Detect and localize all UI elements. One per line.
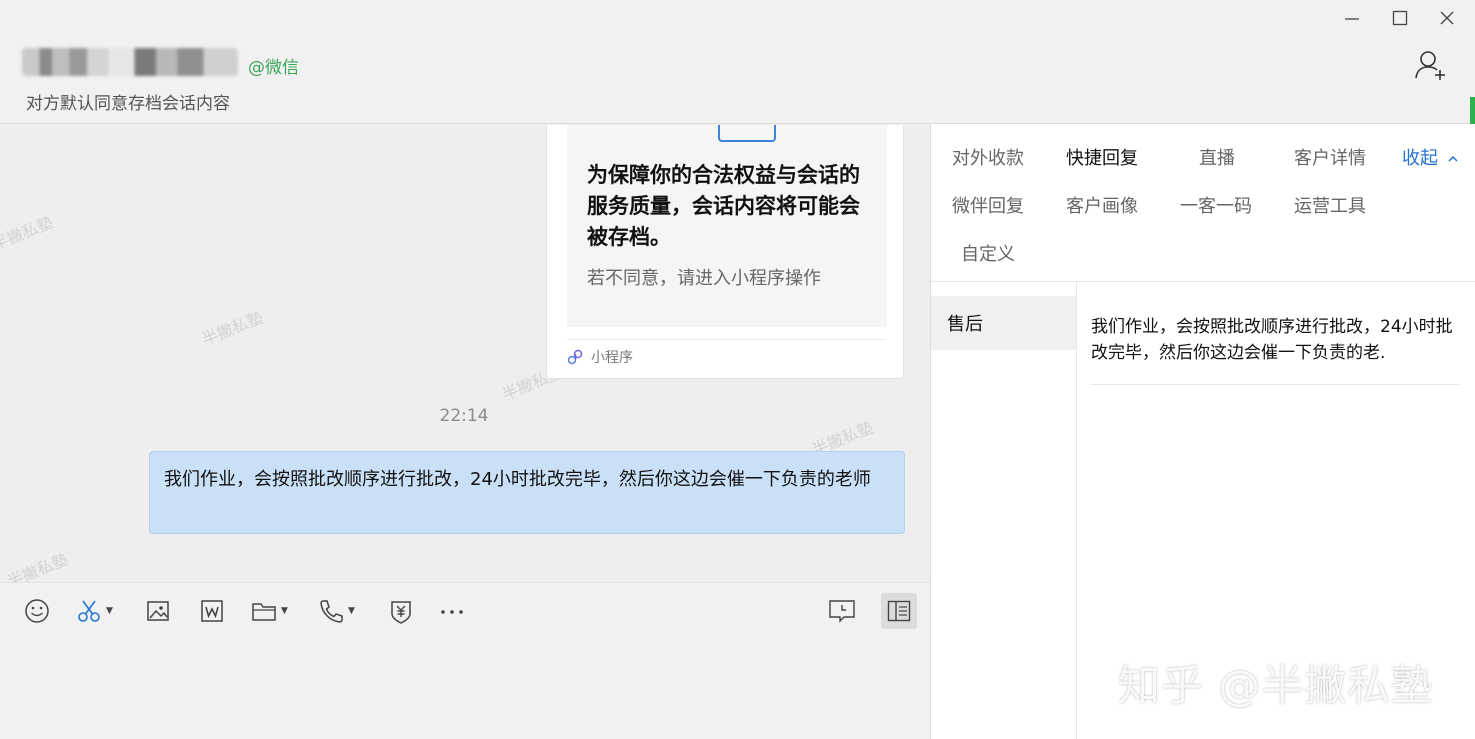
watermark-text: 半撇私塾 bbox=[199, 307, 266, 350]
tab-customer-profile[interactable]: 客户画像 bbox=[1066, 192, 1138, 218]
collapse-toggle[interactable]: 收起 bbox=[1402, 144, 1459, 170]
sidebar-toggle-button[interactable] bbox=[881, 593, 917, 629]
watermark-text: 半撇私塾 bbox=[4, 549, 71, 582]
more-icon bbox=[441, 610, 463, 614]
document-icon bbox=[201, 600, 223, 622]
screenshot-button[interactable]: ▼ bbox=[76, 597, 113, 625]
document-button[interactable] bbox=[200, 597, 224, 625]
card-footer-label: 小程序 bbox=[591, 350, 633, 366]
payment-icon bbox=[391, 601, 411, 624]
sent-message-bubble[interactable]: 我们作业，会按照批改顺序进行批改，24小时批改完毕，然后你这边会催一下负责的老师 bbox=[149, 451, 905, 534]
image-button[interactable] bbox=[146, 597, 170, 625]
call-button[interactable]: ▼ bbox=[318, 597, 355, 625]
card-header-icon bbox=[718, 125, 776, 142]
tab-live[interactable]: 直播 bbox=[1199, 144, 1235, 170]
payment-button[interactable] bbox=[388, 597, 414, 625]
message-input-area[interactable]: ▼ ▼ ▼ bbox=[0, 582, 930, 739]
watermark-text: 半撇私塾 bbox=[0, 212, 56, 255]
card-divider bbox=[567, 339, 885, 340]
chat-header: @微信 对方默认同意存档会话内容 bbox=[0, 0, 1475, 124]
card-footer: 小程序 bbox=[567, 347, 633, 367]
tab-weiban-reply[interactable]: 微伴回复 bbox=[952, 192, 1024, 218]
folder-icon bbox=[252, 603, 276, 621]
source-watermark: 知乎 @半撇私塾 bbox=[1118, 661, 1434, 710]
card-subtitle: 若不同意，请进入小程序操作 bbox=[587, 268, 821, 289]
close-icon bbox=[1440, 11, 1454, 25]
tab-operation-tools[interactable]: 运营工具 bbox=[1294, 192, 1366, 218]
tab-external-payment[interactable]: 对外收款 bbox=[952, 144, 1024, 170]
maximize-icon bbox=[1392, 10, 1408, 26]
tab-one-customer-one-code[interactable]: 一客一码 bbox=[1180, 192, 1252, 218]
chevron-down-icon: ▼ bbox=[348, 606, 355, 616]
mini-program-icon bbox=[567, 349, 583, 365]
minimize-icon bbox=[1345, 18, 1359, 20]
quick-reply-item[interactable]: 我们作业，会按照批改顺序进行批改，24小时批改完毕，然后你这边会催一下负责的老. bbox=[1091, 314, 1459, 385]
chevron-down-icon: ▼ bbox=[281, 606, 288, 616]
message-timestamp: 22:14 bbox=[439, 406, 489, 426]
sidebar-toggle-icon bbox=[887, 600, 911, 622]
contact-name-blurred bbox=[22, 48, 238, 76]
add-member-button[interactable] bbox=[1413, 48, 1447, 82]
chat-history-button[interactable] bbox=[828, 597, 856, 625]
chevron-up-icon bbox=[1448, 155, 1458, 162]
image-icon bbox=[147, 601, 169, 621]
emoji-icon bbox=[25, 599, 49, 623]
tab-quick-reply[interactable]: 快捷回复 bbox=[1066, 144, 1138, 170]
card-body: 为保障你的合法权益与会话的服务质量，会话内容将可能会被存档。 若不同意，请进入小… bbox=[567, 125, 887, 327]
phone-icon bbox=[320, 600, 343, 623]
mini-program-card[interactable]: 为保障你的合法权益与会话的服务质量，会话内容将可能会被存档。 若不同意，请进入小… bbox=[546, 125, 904, 379]
history-icon bbox=[829, 600, 855, 623]
card-title: 为保障你的合法权益与会话的服务质量，会话内容将可能会被存档。 bbox=[587, 163, 860, 249]
archive-notice: 对方默认同意存档会话内容 bbox=[26, 94, 230, 114]
emoji-button[interactable] bbox=[24, 597, 50, 625]
wechat-source-tag: @微信 bbox=[248, 58, 299, 78]
chevron-down-icon: ▼ bbox=[106, 606, 113, 616]
category-item-after-sales[interactable]: 售后 bbox=[931, 296, 1076, 350]
reply-category-list: 售后 bbox=[931, 282, 1077, 739]
tab-customer-details[interactable]: 客户详情 bbox=[1294, 144, 1366, 170]
panel-tabs: 对外收款 快捷回复 直播 客户详情 收起 微伴回复 客户画像 一客一码 运营工具… bbox=[931, 124, 1475, 282]
collapse-label: 收起 bbox=[1402, 148, 1438, 169]
file-button[interactable]: ▼ bbox=[251, 597, 288, 625]
maximize-button[interactable] bbox=[1388, 6, 1412, 30]
message-list[interactable]: 半撇私塾 半撇私塾 半撇私塾 半撇私塾 半撇私塾 为保障你的合法权益与会话的服务… bbox=[0, 125, 930, 582]
screenshot-icon bbox=[78, 600, 100, 622]
add-user-icon bbox=[1415, 51, 1445, 80]
side-panel: 对外收款 快捷回复 直播 客户详情 收起 微伴回复 客户画像 一客一码 运营工具… bbox=[930, 124, 1475, 739]
minimize-button[interactable] bbox=[1340, 6, 1364, 30]
tab-custom[interactable]: 自定义 bbox=[961, 240, 1015, 266]
close-button[interactable] bbox=[1435, 6, 1459, 30]
more-button[interactable] bbox=[438, 597, 466, 625]
